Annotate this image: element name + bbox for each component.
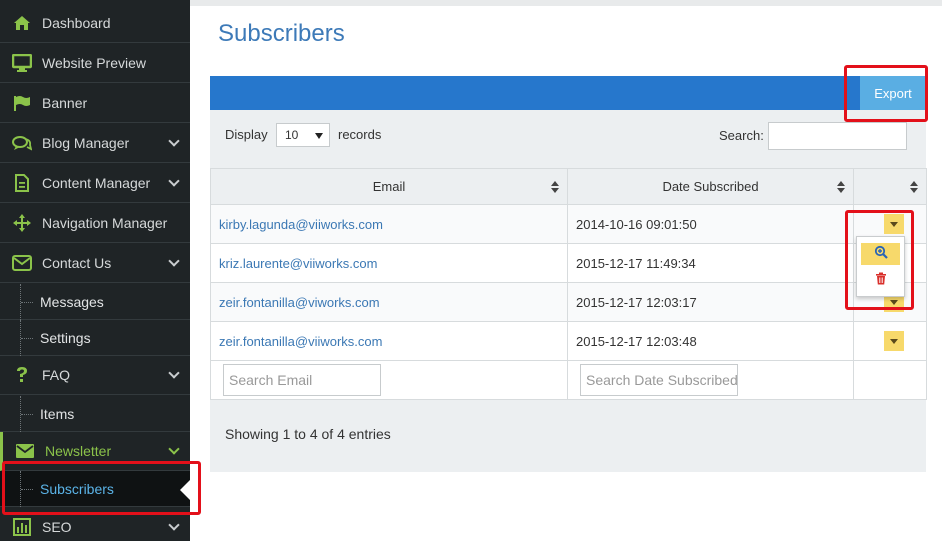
subscriber-email[interactable]: kirby.lagunda@viiworks.com (219, 217, 383, 232)
sidebar-item-label: FAQ (42, 367, 71, 383)
comments-icon (12, 133, 32, 153)
chevron-down-icon (168, 175, 180, 187)
sidebar-item-navigation-manager[interactable]: Navigation Manager (0, 204, 190, 243)
column-header-actions[interactable] (853, 168, 927, 205)
page-size-value: 10 (285, 128, 299, 142)
column-header-label: Date Subscribed (662, 179, 759, 194)
envelope-icon (12, 253, 32, 273)
search-label: Search: (719, 128, 764, 143)
sidebar-subitem-settings[interactable]: Settings (0, 320, 190, 356)
home-icon (12, 13, 32, 33)
annotation-box-actions (845, 210, 914, 310)
filter-email-input[interactable]: Search Email (223, 364, 381, 396)
filter-row: Search Email Search Date Subscribed (210, 360, 927, 400)
table-row: kriz.laurente@viiworks.com 2015-12-17 11… (210, 243, 927, 283)
table-row: zeir.fontanilla@viworks.com 2015-12-17 1… (210, 282, 927, 322)
subscribed-date: 2015-12-17 12:03:48 (576, 333, 697, 349)
display-label: Display (225, 127, 268, 142)
sidebar-item-content-manager[interactable]: Content Manager (0, 164, 190, 203)
bar-chart-icon (12, 517, 32, 537)
sidebar-item-blog-manager[interactable]: Blog Manager (0, 124, 190, 163)
sidebar-item-label: Website Preview (42, 55, 147, 71)
tree-connector (20, 284, 33, 320)
sidebar-item-banner[interactable]: Banner (0, 84, 190, 123)
sort-icon (551, 181, 559, 193)
chevron-down-icon (168, 443, 180, 455)
page-title: Subscribers (218, 20, 345, 47)
records-label: records (338, 127, 382, 142)
sidebar-item-website-preview[interactable]: Website Preview (0, 44, 190, 83)
sidebar-subitem-items[interactable]: Items (0, 396, 190, 432)
sidebar-subitem-label: Items (40, 406, 75, 422)
sidebar-subitem-messages[interactable]: Messages (0, 284, 190, 320)
column-header-email[interactable]: Email (210, 168, 568, 205)
subscribed-date: 2015-12-17 12:03:17 (576, 294, 697, 310)
panel-header: Export (210, 76, 926, 110)
question-icon (12, 365, 32, 385)
chevron-down-icon (168, 367, 180, 379)
row-actions-dropdown[interactable] (884, 331, 904, 351)
chevron-down-icon (168, 519, 180, 531)
caret-down-icon (315, 133, 323, 139)
chevron-down-icon (168, 135, 180, 147)
tree-connector (20, 320, 33, 356)
subscribers-panel: Export Display 10 records Search: Email … (210, 76, 927, 472)
flag-icon (12, 93, 32, 113)
page-size-select[interactable]: 10 (276, 123, 330, 147)
entries-info: Showing 1 to 4 of 4 entries (225, 426, 391, 442)
sidebar-item-label: Blog Manager (42, 135, 130, 151)
sidebar-item-label: Navigation Manager (42, 215, 168, 231)
sidebar-item-dashboard[interactable]: Dashboard (0, 4, 190, 43)
subscribed-date: 2014-10-16 09:01:50 (576, 216, 697, 232)
subscribers-table: Email Date Subscribed kirby.lagunda@viiw… (210, 168, 927, 400)
sidebar-item-label: SEO (42, 519, 72, 535)
search-input[interactable] (768, 122, 907, 150)
subscribed-date: 2015-12-17 11:49:34 (576, 255, 696, 271)
column-header-date[interactable]: Date Subscribed (567, 168, 854, 205)
sidebar: Dashboard Website Preview Banner Blog Ma… (0, 0, 190, 541)
sort-icon (837, 181, 845, 193)
sidebar-item-label: Dashboard (42, 15, 111, 31)
sidebar-item-contact-us[interactable]: Contact Us (0, 244, 190, 283)
sidebar-item-label: Contact Us (42, 255, 112, 271)
subscriber-email[interactable]: zeir.fontanilla@viworks.com (219, 295, 380, 310)
document-icon (12, 173, 32, 193)
annotation-box-export (844, 65, 928, 122)
table-row: zeir.fontanilla@viiworks.com 2015-12-17 … (210, 321, 927, 361)
monitor-icon (12, 53, 32, 73)
sidebar-item-label: Content Manager (42, 175, 151, 191)
sort-icon (910, 181, 918, 193)
chevron-down-icon (168, 255, 180, 267)
subscriber-email[interactable]: zeir.fontanilla@viiworks.com (219, 334, 382, 349)
column-header-label: Email (372, 179, 406, 194)
tree-connector (20, 396, 33, 432)
sidebar-subitem-label: Messages (40, 294, 104, 310)
filter-date-input[interactable]: Search Date Subscribed (580, 364, 738, 396)
table-row: kirby.lagunda@viiworks.com 2014-10-16 09… (210, 204, 927, 244)
sidebar-subitem-label: Settings (40, 330, 91, 346)
arrows-icon (12, 213, 32, 233)
annotation-box-subscribers (2, 461, 201, 515)
envelope-icon (15, 441, 35, 461)
sidebar-item-label: Banner (42, 95, 88, 111)
sidebar-item-label: Newsletter (45, 443, 112, 459)
subscriber-email[interactable]: kriz.laurente@viiworks.com (219, 256, 377, 271)
top-bar (190, 0, 942, 6)
sidebar-item-faq[interactable]: FAQ (0, 356, 190, 395)
